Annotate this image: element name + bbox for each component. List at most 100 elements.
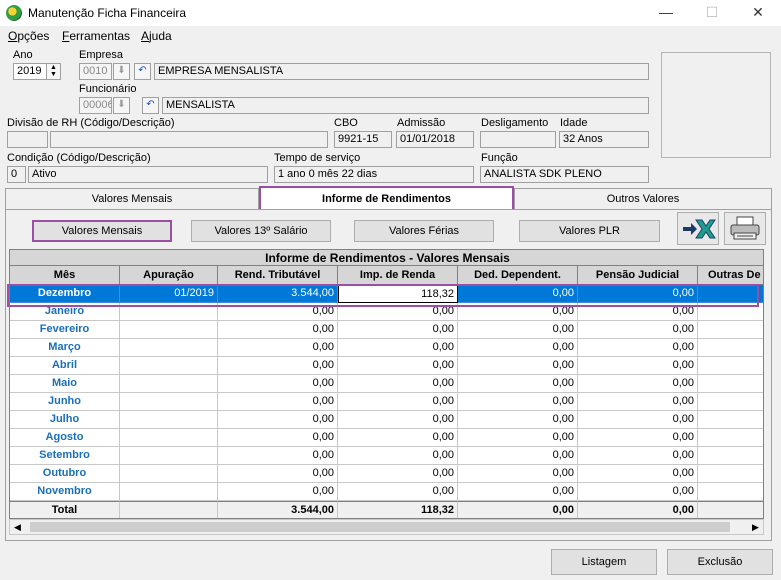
cell-imp-renda[interactable]: 0,00 <box>338 429 458 447</box>
col-header-outras[interactable]: Outras De <box>698 266 763 285</box>
cell-imp-renda[interactable]: 0,00 <box>338 339 458 357</box>
scroll-right-icon[interactable]: ▶ <box>752 522 759 533</box>
cell-apuracao[interactable] <box>120 375 218 393</box>
cell-pensao-judicial[interactable]: 0,00 <box>578 393 698 411</box>
empresa-undo-icon[interactable]: ↶ <box>134 63 151 80</box>
cell-apuracao[interactable] <box>120 321 218 339</box>
cell-ded-dependent[interactable]: 0,00 <box>458 447 578 465</box>
cell-rend-tributavel[interactable]: 0,00 <box>218 357 338 375</box>
cell-rend-tributavel[interactable]: 0,00 <box>218 411 338 429</box>
cell-mes[interactable]: Abril <box>10 357 120 375</box>
cell-rend-tributavel[interactable]: 0,00 <box>218 339 338 357</box>
cell-mes[interactable]: Agosto <box>10 429 120 447</box>
col-header-imp-renda[interactable]: Imp. de Renda <box>338 266 458 285</box>
cell-apuracao[interactable] <box>120 357 218 375</box>
cell-pensao-judicial[interactable]: 0,00 <box>578 285 698 303</box>
cell-ded-dependent[interactable]: 0,00 <box>458 375 578 393</box>
cell-apuracao[interactable]: 01/2019 <box>120 285 218 303</box>
listagem-button[interactable]: Listagem <box>551 549 657 575</box>
cell-outras[interactable] <box>698 465 763 483</box>
table-row[interactable]: Março 0,00 0,00 0,00 0,00 <box>10 339 763 357</box>
cell-rend-tributavel[interactable]: 3.544,00 <box>218 501 338 518</box>
cell-pensao-judicial[interactable]: 0,00 <box>578 339 698 357</box>
cell-ded-dependent[interactable]: 0,00 <box>458 339 578 357</box>
cell-outras[interactable] <box>698 447 763 465</box>
cell-pensao-judicial[interactable]: 0,00 <box>578 411 698 429</box>
cell-ded-dependent[interactable]: 0,00 <box>458 303 578 321</box>
cell-ded-dependent[interactable]: 0,00 <box>458 465 578 483</box>
cell-outras[interactable] <box>698 429 763 447</box>
table-row[interactable]: Maio 0,00 0,00 0,00 0,00 <box>10 375 763 393</box>
cell-pensao-judicial[interactable]: 0,00 <box>578 321 698 339</box>
cell-imp-renda[interactable]: 0,00 <box>338 483 458 501</box>
cell-rend-tributavel[interactable]: 0,00 <box>218 321 338 339</box>
cell-apuracao[interactable] <box>120 447 218 465</box>
cell-mes[interactable]: Janeiro <box>10 303 120 321</box>
cell-imp-renda[interactable]: 0,00 <box>338 393 458 411</box>
cell-mes[interactable]: Maio <box>10 375 120 393</box>
cell-outras[interactable] <box>698 411 763 429</box>
cell-mes[interactable]: Novembro <box>10 483 120 501</box>
cell-mes[interactable]: Setembro <box>10 447 120 465</box>
cell-rend-tributavel[interactable]: 0,00 <box>218 447 338 465</box>
total-row[interactable]: Total 3.544,00 118,32 0,00 0,00 <box>10 501 763 518</box>
cell-outras[interactable] <box>698 375 763 393</box>
scroll-left-icon[interactable]: ◀ <box>14 522 21 533</box>
valores-ferias-button[interactable]: Valores Férias <box>354 220 494 242</box>
cell-outras[interactable] <box>698 285 763 303</box>
cell-outras[interactable] <box>698 483 763 501</box>
cell-apuracao[interactable] <box>120 429 218 447</box>
cell-apuracao[interactable] <box>120 411 218 429</box>
cell-rend-tributavel[interactable]: 3.544,00 <box>218 285 338 303</box>
print-button[interactable] <box>724 212 766 245</box>
ano-spinner[interactable]: ▲ ▼ <box>46 63 61 80</box>
ano-input[interactable]: 2019 <box>13 63 47 80</box>
col-header-ded-dependent[interactable]: Ded. Dependent. <box>458 266 578 285</box>
table-row[interactable]: Janeiro 0,00 0,00 0,00 0,00 <box>10 303 763 321</box>
funcionario-undo-icon[interactable]: ↶ <box>142 97 159 114</box>
cell-mes[interactable]: Fevereiro <box>10 321 120 339</box>
table-row[interactable]: Agosto 0,00 0,00 0,00 0,00 <box>10 429 763 447</box>
empresa-code-field[interactable]: 0010 <box>79 63 112 80</box>
cell-pensao-judicial[interactable]: 0,00 <box>578 483 698 501</box>
horizontal-scrollbar[interactable]: ◀ ▶ <box>9 519 764 535</box>
cell-ded-dependent[interactable]: 0,00 <box>458 285 578 303</box>
cell-ded-dependent[interactable]: 0,00 <box>458 321 578 339</box>
cell-outras[interactable] <box>698 339 763 357</box>
cell-rend-tributavel[interactable]: 0,00 <box>218 375 338 393</box>
cell-apuracao[interactable] <box>120 339 218 357</box>
cell-ded-dependent[interactable]: 0,00 <box>458 429 578 447</box>
cell-imp-renda[interactable]: 0,00 <box>338 303 458 321</box>
cell-ded-dependent[interactable]: 0,00 <box>458 411 578 429</box>
exclusao-button[interactable]: Exclusão <box>667 549 773 575</box>
cell-imp-renda[interactable]: 0,00 <box>338 375 458 393</box>
cell-rend-tributavel[interactable]: 0,00 <box>218 465 338 483</box>
cell-mes[interactable]: Dezembro <box>10 285 120 303</box>
rendimentos-grid[interactable]: Informe de Rendimentos - Valores Mensais… <box>9 249 764 519</box>
col-header-mes[interactable]: Mês <box>10 266 120 285</box>
cell-outras[interactable] <box>698 501 763 518</box>
cell-outras[interactable] <box>698 357 763 375</box>
tab-valores-mensais[interactable]: Valores Mensais <box>5 188 259 209</box>
tab-outros-valores[interactable]: Outros Valores <box>514 188 772 209</box>
cell-ded-dependent[interactable]: 0,00 <box>458 393 578 411</box>
funcionario-code-field[interactable]: 00006 <box>79 97 112 114</box>
cell-apuracao[interactable] <box>120 303 218 321</box>
close-button[interactable]: ✕ <box>735 0 781 26</box>
valores-13-salario-button[interactable]: Valores 13º Salário <box>191 220 331 242</box>
menu-ferramentas[interactable]: Ferramentas <box>62 29 130 43</box>
cell-rend-tributavel[interactable]: 0,00 <box>218 429 338 447</box>
cell-imp-renda[interactable]: 0,00 <box>338 465 458 483</box>
tab-informe-rendimentos[interactable]: Informe de Rendimentos <box>259 186 514 211</box>
cell-imp-renda[interactable]: 0,00 <box>338 411 458 429</box>
export-excel-button[interactable] <box>677 212 719 245</box>
table-row[interactable]: Abril 0,00 0,00 0,00 0,00 <box>10 357 763 375</box>
cell-imp-renda[interactable]: 0,00 <box>338 357 458 375</box>
cell-imp-renda[interactable]: 118,32 <box>338 285 458 303</box>
table-row[interactable]: Setembro 0,00 0,00 0,00 0,00 <box>10 447 763 465</box>
menu-ajuda[interactable]: Ajuda <box>141 29 172 43</box>
col-header-pensao-judicial[interactable]: Pensão Judicial <box>578 266 698 285</box>
cell-pensao-judicial[interactable]: 0,00 <box>578 447 698 465</box>
cell-outras[interactable] <box>698 393 763 411</box>
cell-apuracao[interactable] <box>120 483 218 501</box>
